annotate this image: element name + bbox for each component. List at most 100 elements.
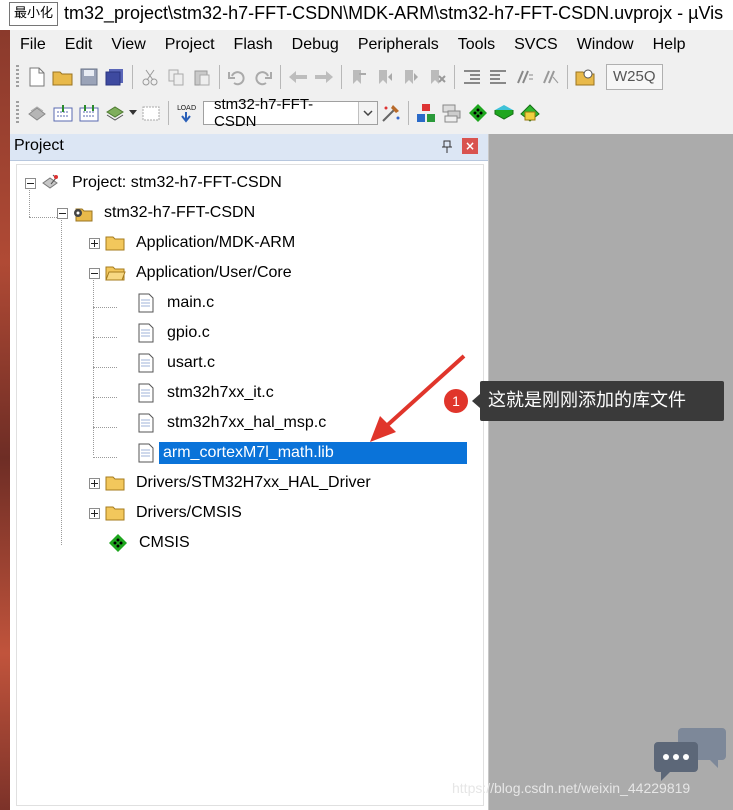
library-file-icon [135,443,157,463]
collapse-toggle[interactable] [57,207,68,219]
tree-item-file-main-c[interactable]: main.c [135,290,218,316]
folder-icon [104,473,126,493]
menu-peripherals[interactable]: Peripherals [348,31,448,59]
tree-item-label: stm32-h7-FFT-CSDN [104,204,256,221]
manage-project-items-icon[interactable] [413,100,439,126]
editor-area[interactable] [489,134,733,810]
software-packs-icon[interactable] [517,100,543,126]
project-tree[interactable]: Project: stm32-h7-FFT-CSDN stm32-h7-FFT-… [16,164,484,806]
tree-item-group-drivers-cmsis[interactable]: Drivers/CMSIS [89,500,246,526]
copy-icon[interactable] [163,64,189,90]
tree-item-file-usart-c[interactable]: usart.c [135,350,219,376]
pin-icon[interactable] [440,139,454,153]
build-icon[interactable] [50,100,76,126]
load-download-icon[interactable]: LOAD [173,100,199,126]
stop-build-icon[interactable] [138,100,164,126]
menu-svcs[interactable]: SVCS [504,31,567,59]
toolbar-separator [454,65,455,89]
tree-item-label: Project: stm32-h7-FFT-CSDN [72,174,282,191]
expand-toggle[interactable] [89,507,100,519]
watermark-text: https://blog.csdn.net/weixin_44229819 [452,780,691,796]
bookmark-icon[interactable] [346,64,372,90]
clear-bookmarks-icon[interactable] [424,64,450,90]
uncomment-icon[interactable] [537,64,563,90]
source-file-icon [135,383,157,403]
folder-icon [104,503,126,523]
tree-item-label: CMSIS [139,534,190,551]
menu-tools[interactable]: Tools [448,31,504,59]
tree-item-label: Drivers/CMSIS [136,504,242,521]
comment-icon[interactable] [511,64,537,90]
tree-item-group-application-user-core[interactable]: Application/User/Core [89,260,296,286]
menu-window[interactable]: Window [567,31,643,59]
toolbar-separator [132,65,133,89]
menu-flash[interactable]: Flash [224,31,282,59]
open-folder-icon[interactable] [50,64,76,90]
tree-item-label: Drivers/STM32H7xx_HAL_Driver [136,474,371,491]
tree-line [29,217,57,218]
project-root-icon [40,173,62,193]
title-bar[interactable]: 最小化 tm32_project\stm32-h7-FFT-CSDN\MDK-A… [0,0,733,30]
menu-help[interactable]: Help [643,31,695,59]
toolbar-separator [341,65,342,89]
navigate-forward-icon[interactable] [311,64,337,90]
panel-title: Project [14,137,64,154]
tree-item-file-stm32h7xx-it-c[interactable]: stm32h7xx_it.c [135,380,278,406]
collapse-toggle[interactable] [25,177,36,189]
tree-item-target[interactable]: stm32-h7-FFT-CSDN [57,200,259,226]
find-in-files-icon[interactable] [572,64,598,90]
target-select[interactable]: stm32-h7-FFT-CSDN [203,96,378,130]
expand-toggle[interactable] [89,237,100,249]
tree-item-label: stm32h7xx_hal_msp.c [167,414,327,431]
save-icon[interactable] [76,64,102,90]
close-icon[interactable]: × [462,138,478,154]
pack-installer-icon[interactable] [491,100,517,126]
expand-toggle[interactable] [89,477,100,489]
paste-icon[interactable] [189,64,215,90]
rebuild-icon[interactable] [76,100,102,126]
tree-item-file-gpio-c[interactable]: gpio.c [135,320,214,346]
window-title: tm32_project\stm32-h7-FFT-CSDN\MDK-ARM\s… [64,3,724,23]
translate-icon[interactable] [24,100,50,126]
tree-line [93,427,117,428]
tree-item-file-stm32h7xx-hal-msp-c[interactable]: stm32h7xx_hal_msp.c [135,410,330,436]
batch-dropdown-icon[interactable] [128,100,138,126]
menu-project[interactable]: Project [155,31,224,59]
batch-build-icon[interactable] [102,100,128,126]
next-bookmark-icon[interactable] [398,64,424,90]
tree-item-label: Application/User/Core [136,264,292,281]
source-file-icon [135,353,157,373]
indent-icon[interactable] [459,64,485,90]
panel-header: Project × [10,134,488,161]
toolbar-grip[interactable] [16,101,19,125]
cut-icon[interactable] [137,64,163,90]
select-packs-icon[interactable] [439,100,465,126]
redo-icon[interactable] [250,64,276,90]
menu-edit[interactable]: Edit [55,31,102,59]
save-all-icon[interactable] [102,64,128,90]
source-file-icon [135,413,157,433]
tree-item-project-root[interactable]: Project: stm32-h7-FFT-CSDN [25,170,286,196]
toolbar-grip[interactable] [16,65,19,89]
unindent-icon[interactable] [485,64,511,90]
target-select-value: stm32-h7-FFT-CSDN [214,96,314,130]
desktop-background-strip [0,28,10,810]
menu-file[interactable]: File [10,31,55,59]
target-options-icon[interactable] [378,100,404,126]
tree-line [93,277,94,455]
target-folder-icon [72,203,94,223]
tree-item-group-application-mdk-arm[interactable]: Application/MDK-ARM [89,230,299,256]
navigate-back-icon[interactable] [285,64,311,90]
prev-bookmark-icon[interactable] [372,64,398,90]
tree-item-component-cmsis[interactable]: CMSIS [107,530,194,556]
undo-icon[interactable] [224,64,250,90]
menu-view[interactable]: View [101,31,154,59]
chevron-down-icon[interactable] [358,102,377,124]
tree-item-group-drivers-stm32h7xx-hal-driver[interactable]: Drivers/STM32H7xx_HAL_Driver [89,470,375,496]
run-time-environment-icon[interactable] [465,100,491,126]
new-file-icon[interactable] [24,64,50,90]
w25q-find-box[interactable]: W25Q [606,64,663,90]
collapse-toggle[interactable] [89,267,100,279]
project-panel: Project × Project: stm32-h7-FFT-CSDN stm… [10,134,489,810]
menu-debug[interactable]: Debug [282,31,348,59]
